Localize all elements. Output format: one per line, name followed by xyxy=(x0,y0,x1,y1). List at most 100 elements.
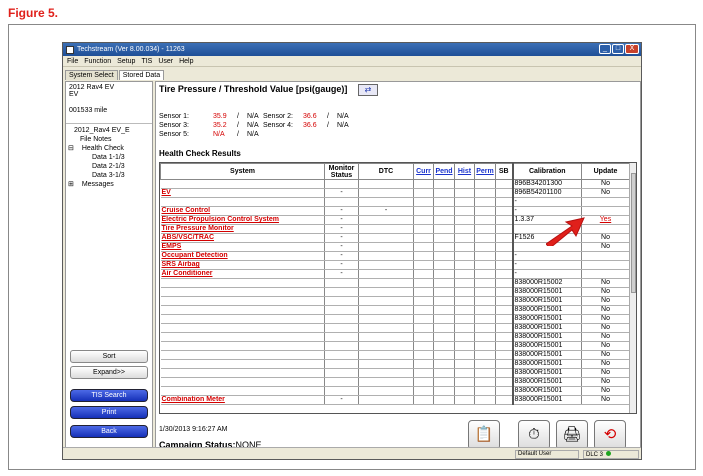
sort-button[interactable]: Sort xyxy=(70,350,148,363)
menu-function[interactable]: Function xyxy=(84,58,111,65)
row-system[interactable]: SRS Airbag xyxy=(160,260,325,270)
row-monitor xyxy=(324,296,359,306)
health-check-grid: System Monitor Status DTC Curr Pend Hist… xyxy=(159,162,637,414)
row-monitor: - xyxy=(324,242,359,252)
row-system[interactable]: Electric Propulsion Control System xyxy=(160,215,325,225)
col-calibration[interactable]: Calibration xyxy=(512,163,582,180)
table-row[interactable]: 838000R15001 No xyxy=(160,386,630,396)
dtc-gauge-icon[interactable]: ⏱ xyxy=(518,420,550,450)
table-row[interactable]: 838000R15001 No xyxy=(160,350,630,360)
close-button[interactable]: X xyxy=(625,44,639,54)
refresh-icon[interactable]: ⟲ xyxy=(594,420,626,450)
back-button[interactable]: Back xyxy=(70,425,148,438)
tree-item-root[interactable]: 2012_Rav4 EV_E xyxy=(68,126,150,135)
row-pend xyxy=(433,395,455,405)
tis-search-button[interactable]: TIS Search xyxy=(70,389,148,402)
row-system[interactable]: Occupant Detection xyxy=(160,251,325,261)
row-monitor xyxy=(324,368,359,378)
row-perm xyxy=(474,332,496,342)
report-icon[interactable]: 📋 xyxy=(468,420,500,450)
table-row[interactable]: 838000R15002 No xyxy=(160,278,630,288)
row-system[interactable]: ABS/VSC/TRAC xyxy=(160,233,325,243)
table-row[interactable]: 838000R15001 No xyxy=(160,359,630,369)
col-hist[interactable]: Hist xyxy=(454,163,475,180)
minimize-button[interactable]: _ xyxy=(599,44,611,54)
row-sb xyxy=(495,188,514,198)
col-dtc[interactable]: DTC xyxy=(358,163,414,180)
table-row[interactable]: 838000R15001 No xyxy=(160,287,630,297)
swap-units-icon[interactable]: ⇄ xyxy=(358,84,378,96)
row-system[interactable]: Combination Meter xyxy=(160,395,325,405)
tab-stored-data[interactable]: Stored Data xyxy=(118,70,165,80)
tree-item-health-check[interactable]: ⊟ Health Check xyxy=(68,144,150,153)
table-row[interactable]: 838000R15001 No xyxy=(160,296,630,306)
col-sb[interactable]: SB xyxy=(495,163,514,180)
row-system[interactable]: EMPS xyxy=(160,242,325,252)
col-perm[interactable]: Perm xyxy=(474,163,496,180)
row-system xyxy=(160,386,325,396)
row-update[interactable]: Yes xyxy=(581,215,630,225)
row-system[interactable]: EV xyxy=(160,188,325,198)
tree-item-data-1[interactable]: Data 1-1/3 xyxy=(68,153,150,162)
collapse-icon[interactable]: ⊟ xyxy=(68,145,74,152)
row-monitor xyxy=(324,377,359,387)
row-calibration: - xyxy=(512,260,582,270)
table-row[interactable]: Air Conditioner - - xyxy=(160,269,630,279)
row-curr xyxy=(413,386,434,396)
table-row[interactable]: Occupant Detection - - xyxy=(160,251,630,261)
row-sb xyxy=(495,251,514,261)
table-row[interactable]: EV - 896B54201100 No xyxy=(160,188,630,198)
row-calibration: - xyxy=(512,197,582,207)
menu-help[interactable]: Help xyxy=(179,58,193,65)
grid-scrollbar[interactable] xyxy=(629,163,636,413)
col-monitor-status[interactable]: Monitor Status xyxy=(324,163,359,180)
row-system[interactable]: Air Conditioner xyxy=(160,269,325,279)
row-hist xyxy=(454,332,475,342)
mileage: 001533 mile xyxy=(69,107,108,114)
row-dtc xyxy=(358,350,414,360)
table-row[interactable]: 838000R15001 No xyxy=(160,305,630,315)
table-row[interactable]: 838000R15001 No xyxy=(160,341,630,351)
table-row[interactable]: Combination Meter - 838000R15001 No xyxy=(160,395,630,405)
row-monitor xyxy=(324,350,359,360)
row-pend xyxy=(433,305,455,315)
col-system[interactable]: System xyxy=(160,163,325,180)
table-row[interactable]: - xyxy=(160,197,630,207)
menu-file[interactable]: File xyxy=(67,58,78,65)
tree-item-messages[interactable]: ⊞ Messages xyxy=(68,180,150,189)
menu-user[interactable]: User xyxy=(158,58,173,65)
health-check-table: System Monitor Status DTC Curr Pend Hist… xyxy=(160,163,630,405)
table-row[interactable]: 838000R15001 No xyxy=(160,377,630,387)
print-button[interactable]: Print xyxy=(70,406,148,419)
col-update[interactable]: Update xyxy=(581,163,630,180)
tree-item-data-2[interactable]: Data 2-1/3 xyxy=(68,162,150,171)
row-system[interactable]: Tire Pressure Monitor xyxy=(160,224,325,234)
row-hist xyxy=(454,368,475,378)
window-titlebar[interactable]: Techstream (Ver 8.00.034) - 11263 _ □ X xyxy=(63,43,641,56)
menu-setup[interactable]: Setup xyxy=(117,58,135,65)
scroll-thumb[interactable] xyxy=(631,173,636,293)
maximize-button[interactable]: □ xyxy=(612,44,624,54)
row-system xyxy=(160,305,325,315)
tab-system-select[interactable]: System Select xyxy=(65,70,118,80)
row-sb xyxy=(495,314,514,324)
row-perm xyxy=(474,242,496,252)
row-system[interactable]: Cruise Control xyxy=(160,206,325,216)
table-row[interactable]: 896B34201300 No xyxy=(160,179,630,189)
tree-item-file-notes[interactable]: File Notes xyxy=(68,135,150,144)
expand-button[interactable]: Expand>> xyxy=(70,366,148,379)
table-row[interactable]: 838000R15001 No xyxy=(160,323,630,333)
row-system xyxy=(160,359,325,369)
col-pend[interactable]: Pend xyxy=(433,163,455,180)
menu-tis[interactable]: TIS xyxy=(141,58,152,65)
print-edit-icon[interactable]: 🖨 xyxy=(556,420,588,450)
expand-icon[interactable]: ⊞ xyxy=(68,181,74,188)
table-row[interactable]: 838000R15001 No xyxy=(160,368,630,378)
row-system xyxy=(160,368,325,378)
table-row[interactable]: 838000R15001 No xyxy=(160,314,630,324)
col-curr[interactable]: Curr xyxy=(413,163,434,180)
table-row[interactable]: 838000R15001 No xyxy=(160,332,630,342)
tree-item-data-3[interactable]: Data 3-1/3 xyxy=(68,171,150,180)
table-row[interactable]: SRS Airbag - - xyxy=(160,260,630,270)
row-pend xyxy=(433,224,455,234)
